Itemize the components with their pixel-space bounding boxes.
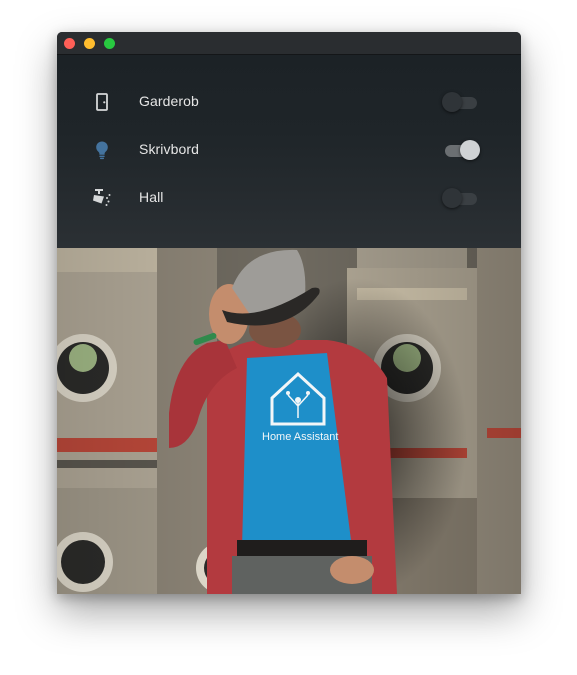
hall-toggle[interactable] [442,188,480,208]
shirt-logo-text: Home Assistant [262,431,338,443]
entity-row-garderob[interactable]: Garderob [57,78,521,126]
picture-card-photo: Home Assistant [57,248,521,594]
minimize-window-button[interactable] [84,38,95,49]
ceiling-light-icon [90,186,114,210]
entities-card: Garderob Skrivbord Hall [57,55,521,248]
person-with-hat-image: Home Assistant [57,248,521,594]
close-window-button[interactable] [64,38,75,49]
entity-row-hall[interactable]: Hall [57,174,521,222]
entity-row-skrivbord[interactable]: Skrivbord [57,126,521,174]
toggle-thumb [442,188,462,208]
maximize-window-button[interactable] [104,38,115,49]
app-window: Garderob Skrivbord Hall Home Assistant [57,32,521,594]
toggle-thumb [460,140,480,160]
toggle-thumb [442,92,462,112]
garderob-toggle[interactable] [442,92,480,112]
entity-label: Hall [139,189,164,205]
door-icon [90,90,114,114]
entity-label: Skrivbord [139,141,200,157]
entity-label: Garderob [139,93,199,109]
title-bar [57,32,521,55]
skrivbord-toggle[interactable] [442,140,480,160]
lightbulb-icon [90,138,114,162]
